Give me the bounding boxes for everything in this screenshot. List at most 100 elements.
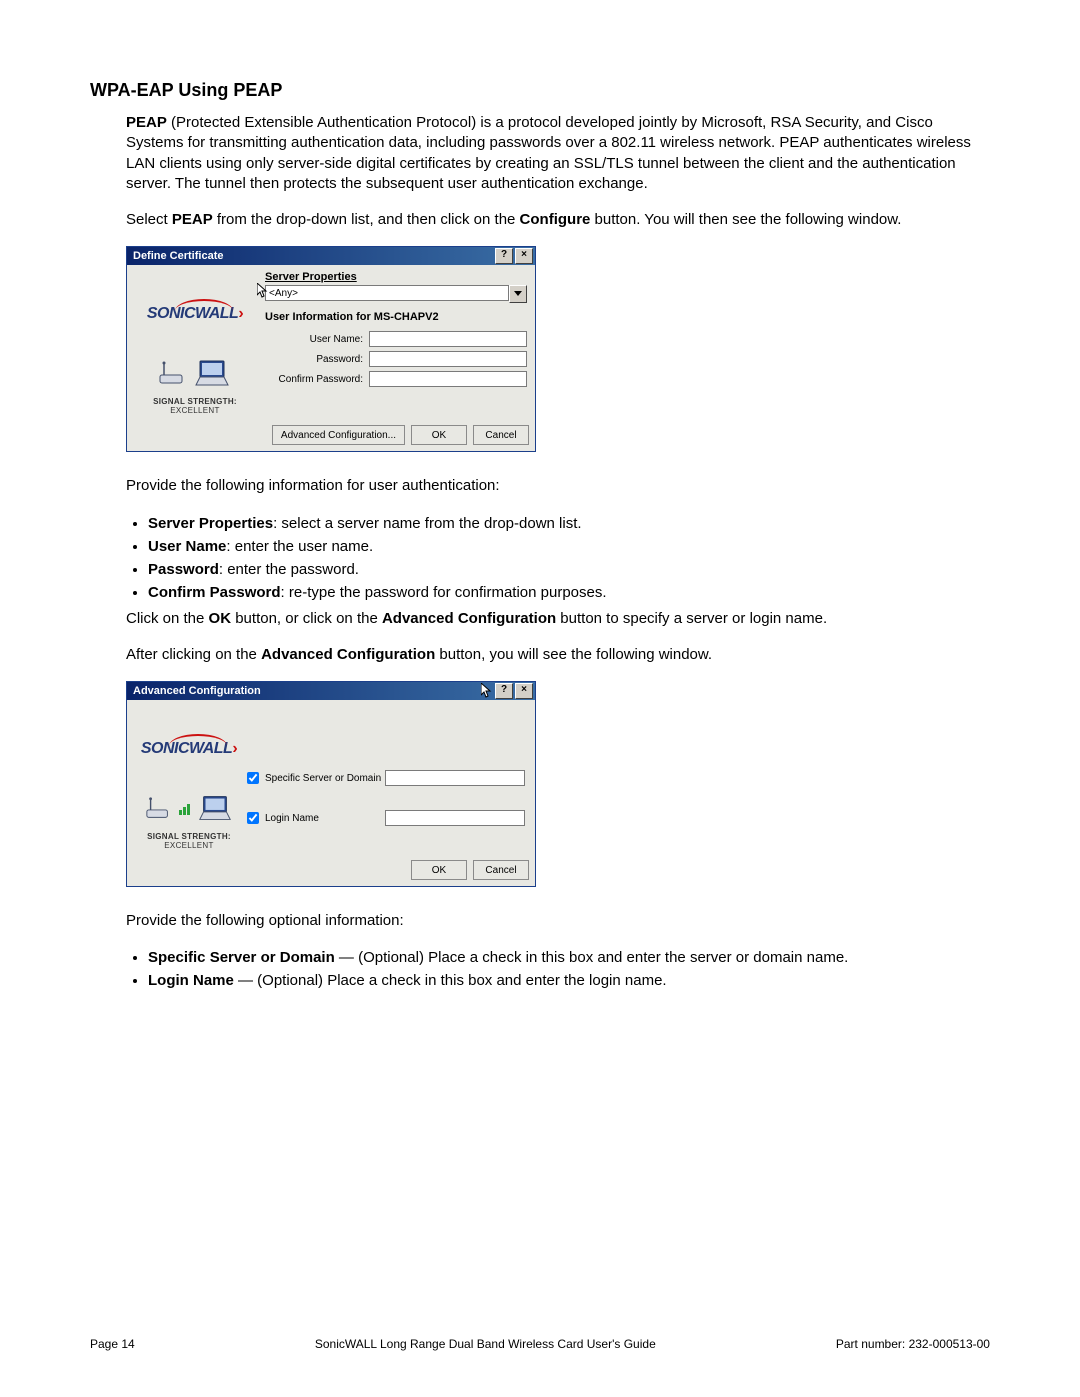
list1-item1-bold: Server Properties [148,515,273,532]
close-button[interactable]: × [515,683,533,699]
titlebar: Define Certificate ? × [127,247,535,265]
login-name-label: Login Name [265,813,385,824]
dialog-right-panel: Server Properties User Information for M… [259,269,531,415]
close-button[interactable]: × [515,248,533,264]
list1-item3-rest: : enter the password. [219,561,359,578]
login-name-checkbox[interactable] [247,812,259,824]
devices-illustration [145,794,234,824]
advanced-config-button[interactable]: Advanced Configuration... [272,425,405,445]
para4-b1: OK [209,610,232,627]
paragraph-4: Click on the OK button, or click on the … [126,609,990,629]
ok-button[interactable]: OK [411,860,467,880]
signal-bars-icon [179,804,190,815]
signal-strength-label: SIGNAL STRENGTH: [153,397,237,406]
router-icon [158,361,188,387]
para4-pre: Click on the [126,610,209,627]
laptop-icon [192,359,232,389]
help-button[interactable]: ? [495,248,513,264]
optional-info-list: Specific Server or Domain — (Optional) P… [126,947,990,991]
para5-pre: After clicking on the [126,646,261,663]
paragraph-5: After clicking on the Advanced Configura… [126,645,990,665]
para1-rest: (Protected Extensible Authentication Pro… [126,114,971,192]
confirm-password-row: Confirm Password: [259,371,527,387]
username-input[interactable] [369,331,527,347]
user-info-header: User Information for MS-CHAPV2 [265,311,527,323]
dialog-title: Define Certificate [133,250,493,262]
list1-item4-rest: : re-type the password for confirmation … [281,584,607,601]
advanced-config-dialog: Advanced Configuration ? × SONICWALL› [126,681,536,887]
cursor-icon [257,283,269,299]
login-name-row: Login Name [247,810,525,826]
server-properties-label: Server Properties [265,271,527,283]
signal-strength-value: EXCELLENT [164,841,213,850]
signal-strength-label: SIGNAL STRENGTH: [147,832,231,841]
confirm-password-input[interactable] [369,371,527,387]
ok-button[interactable]: OK [411,425,467,445]
para4-post: button to specify a server or login name… [556,610,827,627]
para4-b2: Advanced Configuration [382,610,556,627]
specific-server-input[interactable] [385,770,525,786]
logo-tail-icon: › [232,740,237,757]
logo-arc-icon [175,299,233,311]
dropdown-button[interactable] [509,285,527,303]
auth-info-list: Server Properties: select a server name … [126,513,990,603]
username-row: User Name: [259,331,527,347]
list2-item1-rest: — (Optional) Place a check in this box a… [335,949,849,966]
password-row: Password: [259,351,527,367]
dialog-left-panel: SONICWALL› [131,269,259,415]
list1-item2-bold: User Name [148,538,226,555]
section-heading: WPA-EAP Using PEAP [90,80,990,101]
login-name-input[interactable] [385,810,525,826]
confirm-password-label: Confirm Password: [259,374,369,385]
laptop-icon [196,794,234,824]
dialog-right-panel: Specific Server or Domain Login Name [247,704,531,850]
list1-item3-bold: Password [148,561,219,578]
para2-b2: Configure [520,211,591,228]
router-icon [145,796,173,822]
logo-arc-icon [169,734,227,746]
username-label: User Name: [259,334,369,345]
para4-mid: button, or click on the [231,610,382,627]
footer-partnum: Part number: 232-000513-00 [836,1337,990,1351]
page-footer: Page 14 SonicWALL Long Range Dual Band W… [0,1337,1080,1351]
server-properties-input[interactable] [265,285,509,301]
specific-server-checkbox[interactable] [247,772,259,784]
server-properties-combo[interactable] [265,285,527,303]
footer-page: Page 14 [90,1337,135,1351]
devices-illustration [158,359,232,389]
dialog-buttons: Advanced Configuration... OK Cancel [127,419,535,451]
paragraph-6: Provide the following optional informati… [126,911,990,931]
list1-item1-rest: : select a server name from the drop-dow… [273,515,581,532]
sonicwall-logo: SONICWALL› [147,305,243,323]
signal-strength-value: EXCELLENT [170,406,219,415]
help-button[interactable]: ? [495,683,513,699]
password-input[interactable] [369,351,527,367]
password-label: Password: [259,354,369,365]
chevron-down-icon [514,291,522,297]
para5-post: button, you will see the following windo… [435,646,712,663]
para2-mid: from the drop-down list, and then click … [213,211,520,228]
para2-b1: PEAP [172,211,213,228]
list2-item1-bold: Specific Server or Domain [148,949,335,966]
define-certificate-dialog: Define Certificate ? × SONICWALL› [126,246,536,452]
cancel-button[interactable]: Cancel [473,425,529,445]
cursor-icon [481,683,493,699]
list1-item2-rest: : enter the user name. [226,538,373,555]
signal-strength: SIGNAL STRENGTH: EXCELLENT [131,832,247,850]
para2-pre: Select [126,211,172,228]
para2-post: button. You will then see the following … [590,211,901,228]
bold-peap: PEAP [126,114,167,131]
logo-tail-icon: › [238,305,243,322]
dialog-buttons: OK Cancel [127,854,535,886]
cancel-button[interactable]: Cancel [473,860,529,880]
footer-title: SonicWALL Long Range Dual Band Wireless … [315,1337,656,1351]
specific-server-row: Specific Server or Domain [247,770,525,786]
titlebar: Advanced Configuration ? × [127,682,535,700]
list2-item2-rest: — (Optional) Place a check in this box a… [234,972,667,989]
list2-item2-bold: Login Name [148,972,234,989]
paragraph-1: PEAP (Protected Extensible Authenticatio… [126,113,990,194]
paragraph-2: Select PEAP from the drop-down list, and… [126,210,990,230]
specific-server-label: Specific Server or Domain [265,773,385,784]
list1-item4-bold: Confirm Password [148,584,281,601]
dialog-left-panel: SONICWALL› [131,704,247,850]
